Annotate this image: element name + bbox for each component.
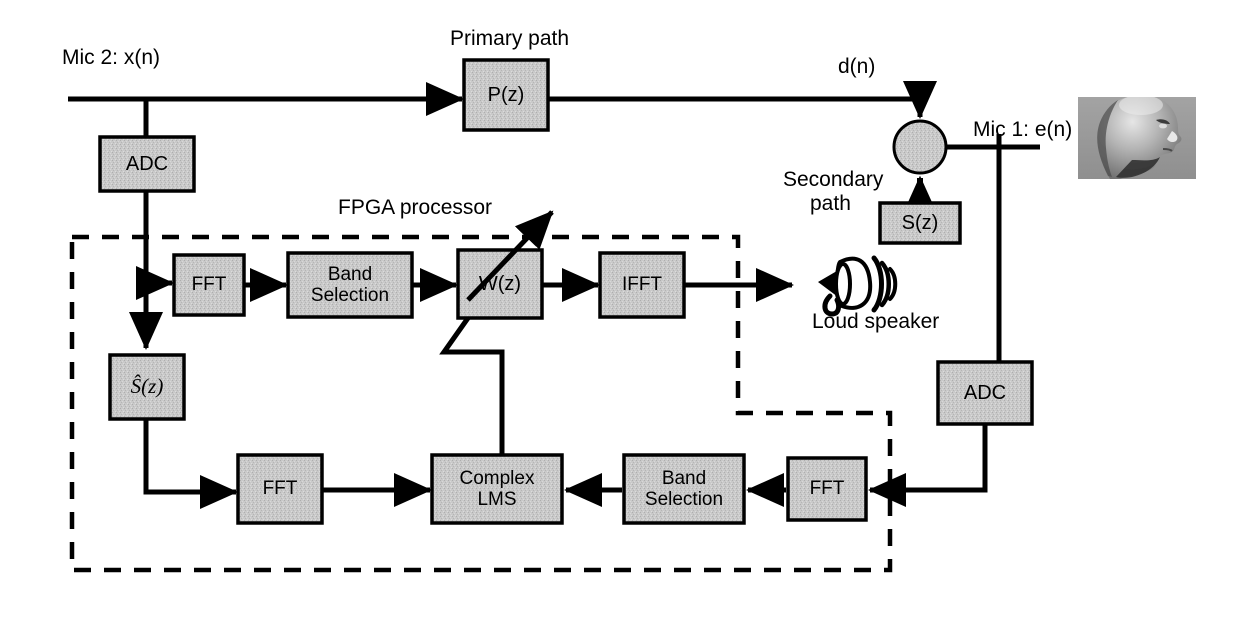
block-adc-bottom [936,360,1034,426]
block-sz [878,201,962,245]
block-band-selection-bottom [622,453,746,525]
block-adc-top [98,135,196,193]
summing-junction-circle [892,119,948,175]
wire-adcbot-to-fftbot [867,424,988,508]
label-primary-path: Primary path [450,27,570,50]
block-fft-mid [236,453,324,525]
label-mic2: Mic 2: x(n) [62,46,161,69]
block-pz [462,58,550,132]
label-secondary-path-line2: path [810,192,851,215]
label-dn: d(n) [838,55,876,78]
block-shat-z [108,353,186,421]
loudspeaker-icon [818,255,898,317]
block-band-selection-top [286,251,414,319]
block-complex-lms [430,453,564,525]
diagram-vector-layer [68,58,1196,573]
wire-wz-weight-update [439,316,505,455]
block-wz [456,248,544,320]
block-ifft [598,251,686,319]
block-fft-bottom [786,456,868,522]
head-profile-photo [1078,97,1196,179]
diagram-canvas: Mic 2: x(n) Primary path d(n) Mic 1: e(n… [0,0,1240,625]
block-fft-top [172,253,246,317]
wire-shat-to-fft-mid [143,419,239,509]
label-loudspeaker: Loud speaker [812,310,940,333]
label-fpga-processor: FPGA processor [338,196,493,219]
wire-pz-to-sum [548,81,938,120]
label-mic1: Mic 1: e(n) [973,118,1073,141]
label-secondary-path-line1: Secondary [783,168,884,191]
